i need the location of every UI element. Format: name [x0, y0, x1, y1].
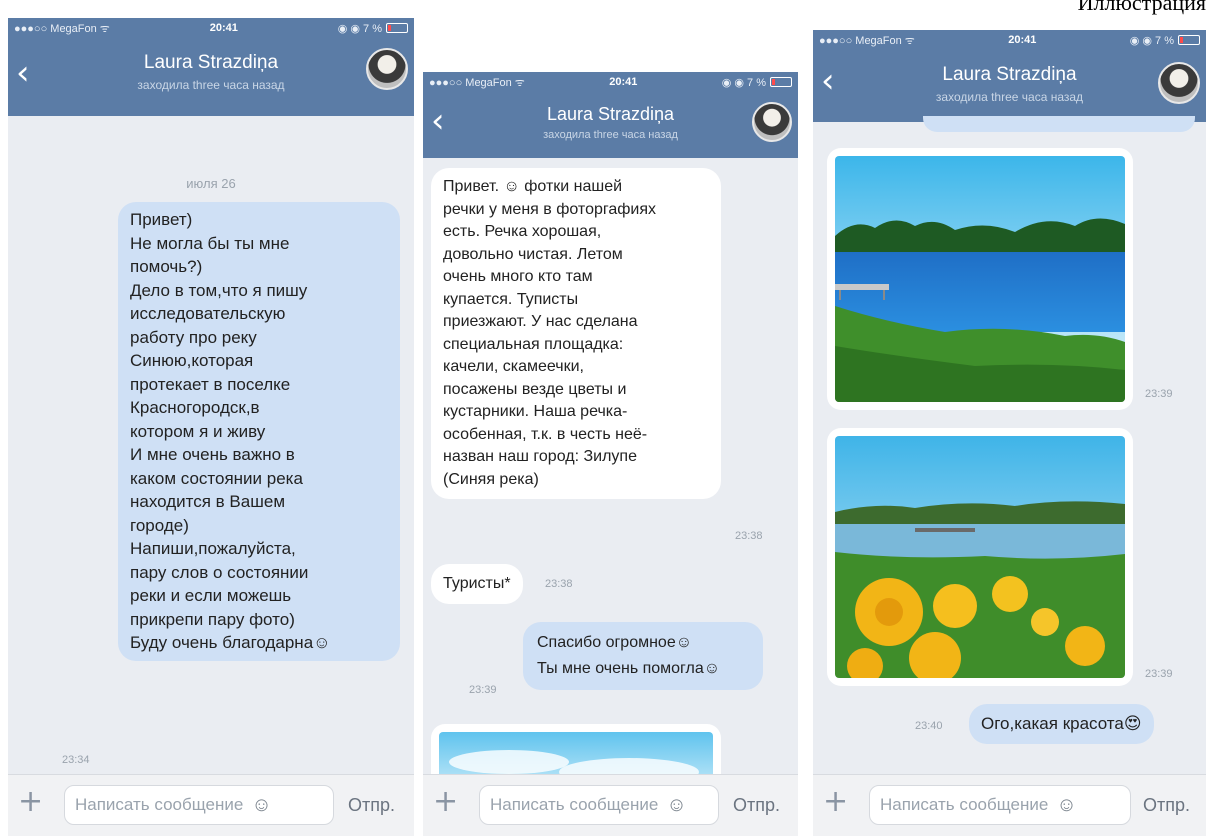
chat-header: ●●●○○ MegaFon ᯤ 20:41 ◉ ◉ 7 % ‹ Laura St… — [8, 18, 414, 116]
input-placeholder: Написать сообщение — [880, 795, 1049, 814]
photo-preview — [835, 436, 1125, 678]
battery-icon — [386, 23, 408, 33]
input-placeholder: Написать сообщение — [75, 795, 244, 814]
status-bar: ●●●○○ MegaFon ᯤ 20:41 ◉ ◉ 7 % — [14, 20, 408, 36]
battery-icon — [770, 77, 792, 87]
message-time: 23:39 — [1145, 668, 1173, 680]
chat-header: ●●●○○ MegaFon ᯤ 20:41 ◉ ◉ 7 % ‹ Laura St… — [813, 30, 1206, 122]
carrier-label: ●●●○○ MegaFon ᯤ — [429, 76, 525, 89]
message-time: 23:38 — [545, 578, 573, 590]
last-seen: заходила three часа назад — [543, 129, 678, 141]
carrier-label: ●●●○○ MegaFon ᯤ — [14, 22, 110, 35]
send-button[interactable]: Отпр. — [348, 795, 395, 816]
attach-plus-icon[interactable]: + — [433, 787, 458, 817]
avatar[interactable] — [366, 48, 408, 90]
contact-name[interactable]: Laura Strazdiņa — [483, 104, 738, 125]
back-arrow-icon[interactable]: ‹ — [431, 104, 445, 138]
lake-photo-1 — [835, 156, 1125, 402]
previous-message-edge — [923, 116, 1195, 132]
incoming-message[interactable]: Привет. ☺ фотки нашей речки у меня в фот… — [431, 168, 721, 499]
smiley-icon[interactable]: ☺ — [666, 794, 686, 817]
back-arrow-icon[interactable]: ‹ — [821, 64, 835, 98]
send-button[interactable]: Отпр. — [1143, 795, 1190, 816]
message-input-bar: + Написать сообщение ☺ Отпр. — [813, 774, 1206, 836]
chat-area: 23:39 23:39 Ого,какая красота😍 23:40 — [813, 116, 1206, 774]
image-attachment[interactable] — [827, 148, 1133, 410]
image-attachment[interactable] — [827, 428, 1133, 686]
avatar[interactable] — [752, 102, 792, 142]
message-input[interactable]: Написать сообщение ☺ — [479, 785, 719, 825]
status-bar: ●●●○○ MegaFon ᯤ 20:41 ◉ ◉ 7 % — [429, 74, 792, 90]
message-time: 23:40 — [915, 720, 943, 732]
attach-plus-icon[interactable]: + — [823, 787, 848, 817]
photo-preview — [835, 156, 1125, 402]
message-time: 23:39 — [1145, 388, 1173, 400]
lake-photo-2 — [835, 436, 1125, 678]
status-icons: ◉ ◉ 7 % — [721, 76, 766, 89]
status-bar: ●●●○○ MegaFon ᯤ 20:41 ◉ ◉ 7 % — [819, 32, 1200, 48]
smiley-icon[interactable]: ☺ — [251, 794, 271, 817]
attach-plus-icon[interactable]: + — [18, 787, 43, 817]
status-icons: ◉ ◉ 7 % — [337, 22, 382, 35]
date-separator: июля 26 — [186, 176, 236, 191]
message-input[interactable]: Написать сообщение ☺ — [64, 785, 334, 825]
status-time: 20:41 — [209, 22, 238, 34]
chat-area: июля 26 Привет) Не могла бы ты мне помоч… — [8, 116, 414, 774]
phone-screen-3: ●●●○○ MegaFon ᯤ 20:41 ◉ ◉ 7 % ‹ Laura St… — [813, 30, 1206, 836]
contact-name[interactable]: Laura Strazdiņa — [68, 52, 354, 74]
back-arrow-icon[interactable]: ‹ — [16, 56, 30, 90]
smiley-icon[interactable]: ☺ — [1056, 794, 1076, 817]
outgoing-message[interactable]: Ого,какая красота😍 — [969, 704, 1154, 744]
status-time: 20:41 — [609, 76, 638, 88]
status-time: 20:41 — [1008, 34, 1037, 46]
last-seen: заходила three часа назад — [137, 78, 285, 92]
chat-area: Привет. ☺ фотки нашей речки у меня в фот… — [423, 158, 798, 804]
contact-name[interactable]: Laura Strazdiņa — [873, 64, 1146, 86]
send-button[interactable]: Отпр. — [733, 795, 780, 816]
status-icons: ◉ ◉ 7 % — [1129, 34, 1174, 47]
carrier-label: ●●●○○ MegaFon ᯤ — [819, 34, 915, 47]
last-seen: заходила three часа назад — [935, 90, 1084, 104]
message-input-bar: + Написать сообщение ☺ Отпр. — [8, 774, 414, 836]
message-input-bar: + Написать сообщение ☺ Отпр. — [423, 774, 798, 836]
message-time: 23:39 — [469, 684, 497, 696]
message-time: 23:38 — [735, 530, 763, 542]
phone-screen-2: ●●●○○ MegaFon ᯤ 20:41 ◉ ◉ 7 % ‹ Laura St… — [423, 72, 798, 836]
phone-screen-1: ●●●○○ MegaFon ᯤ 20:41 ◉ ◉ 7 % ‹ Laura St… — [8, 18, 414, 836]
message-time: 23:34 — [62, 754, 90, 766]
outgoing-message[interactable]: Привет) Не могла бы ты мне помочь?) Дело… — [118, 202, 400, 661]
battery-icon — [1178, 35, 1200, 45]
avatar[interactable] — [1158, 62, 1200, 104]
chat-header: ●●●○○ MegaFon ᯤ 20:41 ◉ ◉ 7 % ‹ Laura St… — [423, 72, 798, 158]
incoming-message[interactable]: Туристы* — [431, 564, 523, 604]
outgoing-message[interactable]: Спасибо огромное☺ Ты мне очень помогла☺ — [523, 622, 763, 690]
input-placeholder: Написать сообщение — [490, 795, 659, 814]
figure-caption: Иллюстрация — [1077, 0, 1206, 15]
message-input[interactable]: Написать сообщение ☺ — [869, 785, 1131, 825]
